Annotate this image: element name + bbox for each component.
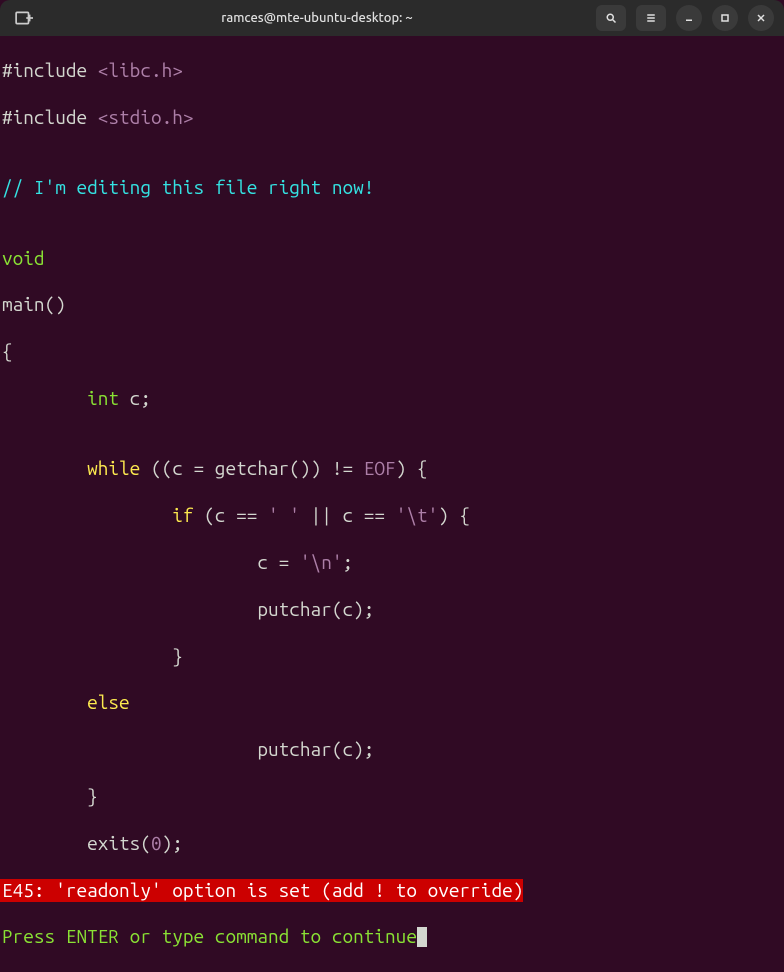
vim-prompt-message: Press ENTER or type command to continue [0, 925, 417, 947]
code-line: #include <libc.h> [0, 59, 784, 82]
minimize-button[interactable] [676, 5, 702, 31]
new-tab-button[interactable] [10, 5, 38, 31]
window-title: ramces@mte-ubuntu-desktop: ~ [38, 11, 596, 25]
code-line: if (c == ' ' || c == '\t') { [0, 504, 784, 527]
code-line: exits(0); [0, 832, 784, 855]
code-line: else [0, 691, 784, 714]
code-line: void [0, 247, 784, 270]
terminal-cursor [417, 927, 427, 947]
vim-error-message: E45: 'readonly' option is set (add ! to … [0, 879, 523, 902]
code-line: main() [0, 293, 784, 316]
search-button[interactable] [596, 5, 626, 31]
maximize-button[interactable] [712, 5, 738, 31]
close-button[interactable] [748, 5, 774, 31]
code-line: { [0, 340, 784, 363]
code-line: while ((c = getchar()) != EOF) { [0, 457, 784, 480]
menu-button[interactable] [636, 5, 666, 31]
code-line: putchar(c); [0, 738, 784, 761]
code-line: int c; [0, 387, 784, 410]
code-line: // I'm editing this file right now! [0, 176, 784, 199]
code-line: #include <stdio.h> [0, 106, 784, 129]
terminal-content[interactable]: #include <libc.h> #include <stdio.h> // … [0, 36, 784, 972]
window-titlebar: ramces@mte-ubuntu-desktop: ~ [0, 0, 784, 36]
code-line: } [0, 645, 784, 668]
code-line: putchar(c); [0, 598, 784, 621]
code-line: } [0, 785, 784, 808]
code-line: c = '\n'; [0, 551, 784, 574]
